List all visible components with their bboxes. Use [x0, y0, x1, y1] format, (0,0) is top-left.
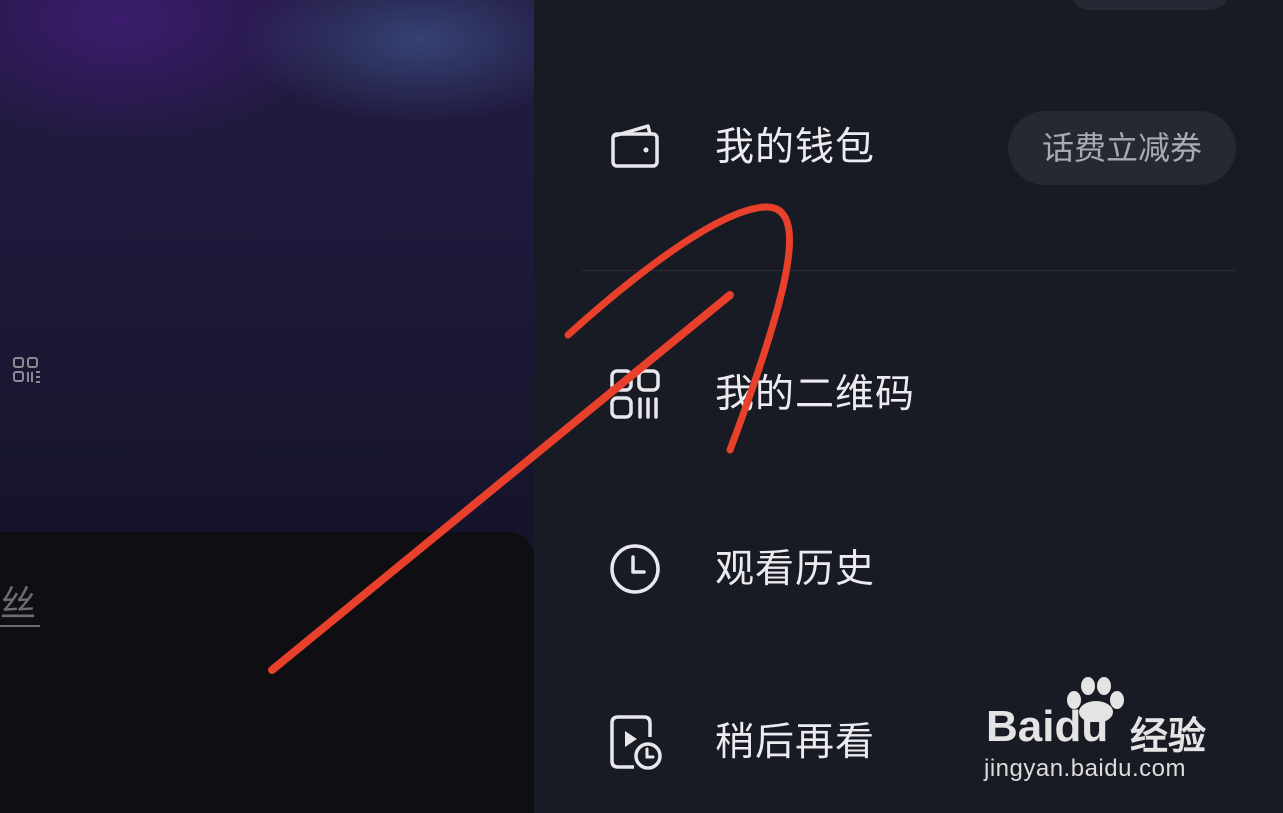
watermark-url: jingyan.baidu.com [984, 755, 1186, 782]
watermark-cn: 经验 [1130, 714, 1207, 758]
divider [582, 270, 1236, 271]
profile-card [0, 532, 534, 813]
watch-later-icon [610, 715, 662, 770]
clock-icon [610, 544, 660, 594]
qr-code-small-icon[interactable] [12, 356, 42, 386]
watermark-logo: Baidu [986, 702, 1109, 751]
menu-item-label: 观看历史 [715, 547, 876, 592]
wallet-badge[interactable]: 话费立减券 [1008, 111, 1236, 185]
menu-item-label: 我的二维码 [715, 372, 916, 417]
wallet-icon [611, 124, 659, 168]
fans-label[interactable]: 丝 [0, 585, 41, 627]
top-pill-button[interactable] [1070, 0, 1230, 10]
background-app-pane: 丝 [0, 0, 534, 813]
menu-item-qr-code[interactable]: 我的二维码 [534, 340, 1283, 450]
menu-item-label: 稍后再看 [715, 720, 876, 765]
qr-code-icon [610, 369, 660, 419]
menu-item-label: 我的钱包 [715, 125, 876, 170]
menu-item-history[interactable]: 观看历史 [534, 515, 1283, 625]
